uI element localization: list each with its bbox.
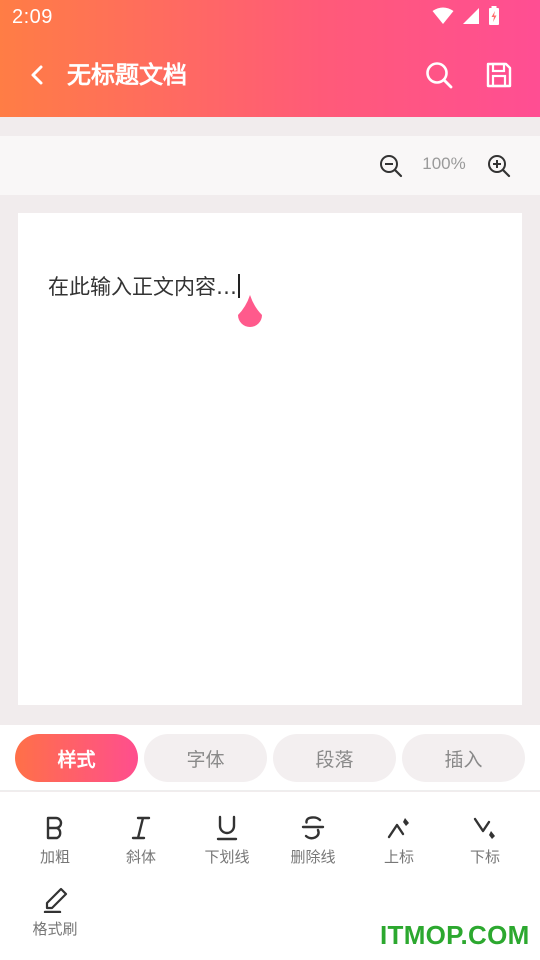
status-bar: 2:09 <box>0 0 540 36</box>
app-bar: 无标题文档 <box>0 44 540 106</box>
save-button[interactable] <box>480 56 518 94</box>
tab-paragraph[interactable]: 段落 <box>273 734 396 782</box>
tab-insert[interactable]: 插入 <box>402 734 525 782</box>
search-icon <box>426 62 453 89</box>
italic-icon <box>131 816 151 840</box>
zoom-level: 100% <box>422 154 466 173</box>
bold-button[interactable]: 加粗 <box>15 812 95 872</box>
format-tab-bar: 样式 字体 段落 插入 <box>0 725 540 791</box>
editor-placeholder: 在此输入正文内容… <box>48 275 237 299</box>
format-painter-icon <box>43 887 68 913</box>
underline-button[interactable]: 下划线 <box>187 812 267 872</box>
subscript-label: 下标 <box>469 848 500 866</box>
search-button[interactable] <box>420 56 458 94</box>
strikethrough-label: 删除线 <box>290 848 336 866</box>
bold-label: 加粗 <box>39 848 70 866</box>
document-page[interactable]: 在此输入正文内容… <box>18 213 522 705</box>
tab-font[interactable]: 字体 <box>144 734 267 782</box>
subscript-button[interactable]: 下标 <box>445 812 525 872</box>
document-title: 无标题文档 <box>67 61 187 89</box>
wifi-icon <box>432 7 454 24</box>
document-canvas: 在此输入正文内容… <box>0 195 540 725</box>
chevron-left-icon <box>31 65 43 85</box>
status-icons <box>432 6 500 26</box>
strikethrough-icon <box>301 816 325 840</box>
app-header: 2:09 无标题文档 <box>0 0 540 117</box>
format-painter-button[interactable]: 格式刷 <box>15 884 95 944</box>
editor-content[interactable]: 在此输入正文内容… <box>48 271 240 301</box>
caret-handle[interactable] <box>234 295 266 333</box>
save-icon <box>486 62 512 88</box>
signal-icon <box>463 8 479 24</box>
strikethrough-button[interactable]: 删除线 <box>273 812 353 872</box>
superscript-label: 上标 <box>383 848 414 866</box>
zoom-in-icon <box>488 155 511 178</box>
zoom-bar: 100% <box>0 136 540 195</box>
zoom-out-icon <box>380 155 403 178</box>
back-button[interactable] <box>20 56 54 94</box>
italic-button[interactable]: 斜体 <box>101 812 181 872</box>
battery-icon <box>489 6 499 25</box>
italic-label: 斜体 <box>125 848 156 866</box>
status-time: 2:09 <box>12 6 53 28</box>
tab-style[interactable]: 样式 <box>15 734 138 782</box>
zoom-out-button[interactable] <box>376 151 406 181</box>
bold-icon <box>46 816 63 840</box>
watermark-text: ITMOP.COM <box>380 920 530 950</box>
format-painter-label: 格式刷 <box>32 920 78 938</box>
underline-icon <box>216 815 238 841</box>
subscript-icon <box>473 817 495 839</box>
zoom-in-button[interactable] <box>484 151 514 181</box>
superscript-button[interactable]: 上标 <box>359 812 439 872</box>
superscript-icon <box>387 818 409 839</box>
underline-label: 下划线 <box>204 848 250 866</box>
